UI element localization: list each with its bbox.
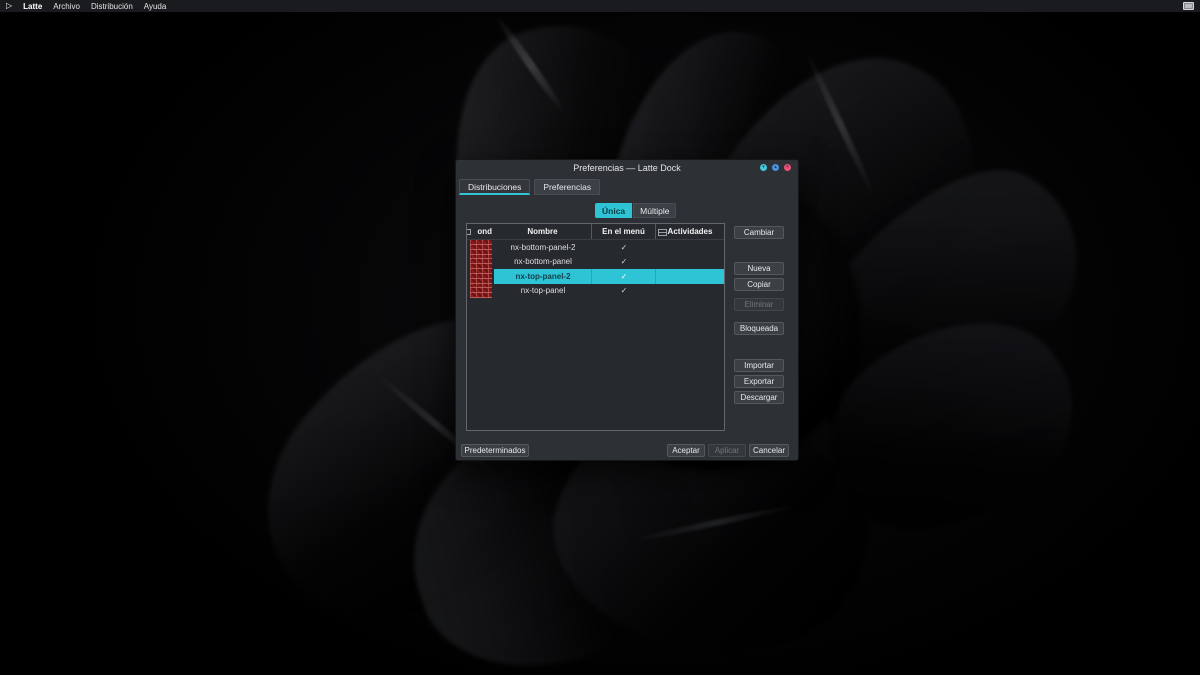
layout-color-cell	[467, 284, 494, 299]
copiar-button[interactable]: Copiar	[734, 278, 784, 291]
minimize-button-icon[interactable]: ▾	[760, 164, 767, 171]
menu-archivo[interactable]: Archivo	[53, 2, 80, 11]
layout-name: nx-bottom-panel	[494, 255, 592, 270]
dialog-titlebar[interactable]: Preferencias — Latte Dock ▾ ▴ ✕	[456, 160, 798, 176]
latte-logo-icon: ▷	[6, 0, 12, 12]
activities-cell	[656, 255, 724, 270]
dialog-title: Preferencias — Latte Dock	[456, 163, 798, 173]
layout-mode-switch: Única Múltiple	[595, 203, 676, 218]
mode-multiple[interactable]: Múltiple	[633, 203, 676, 218]
column-header-nombre[interactable]: Nombre	[494, 224, 592, 239]
layout-color-cell	[467, 255, 494, 270]
activities-cell	[656, 269, 724, 284]
layout-name: nx-top-panel	[494, 284, 592, 299]
latte-dock: N	[0, 649, 1200, 675]
maximize-button-icon[interactable]: ▴	[772, 164, 779, 171]
cambiar-button[interactable]: Cambiar	[734, 226, 784, 239]
tab-distribuciones[interactable]: Distribuciones	[459, 179, 530, 195]
table-row[interactable]: nx-bottom-panel-2 ✓	[467, 240, 724, 255]
in-menu-check-icon: ✓	[592, 255, 656, 270]
preferences-dialog: Preferencias — Latte Dock ▾ ▴ ✕ Distribu…	[455, 159, 799, 461]
menu-ayuda[interactable]: Ayuda	[144, 2, 167, 11]
cancelar-button[interactable]: Cancelar	[749, 444, 789, 457]
table-row-selected[interactable]: nx-top-panel-2 ✓	[467, 269, 724, 284]
mode-unica[interactable]: Única	[595, 203, 632, 218]
in-menu-check-icon: ✓	[592, 240, 656, 255]
layout-background-swatch	[470, 255, 492, 270]
table-row[interactable]: nx-bottom-panel ✓	[467, 255, 724, 270]
activities-cell	[656, 240, 724, 255]
table-row[interactable]: nx-top-panel ✓	[467, 284, 724, 299]
exportar-button[interactable]: Exportar	[734, 375, 784, 388]
column-header-en-el-menu[interactable]: En el menú	[592, 224, 656, 239]
window-buttons: ▾ ▴ ✕	[760, 164, 791, 171]
menu-latte[interactable]: Latte	[23, 2, 42, 11]
column-header-fondo[interactable]: ond	[467, 224, 494, 239]
layout-name: nx-bottom-panel-2	[494, 240, 592, 255]
background-column-icon	[467, 229, 471, 235]
bloqueada-button[interactable]: Bloqueada	[734, 322, 784, 335]
keyboard-tray-icon[interactable]	[1183, 2, 1194, 10]
table-header: ond Nombre En el menú Actividades	[467, 224, 724, 240]
layout-background-swatch	[470, 284, 492, 299]
layouts-table: ond Nombre En el menú Actividades nx-bot…	[466, 223, 725, 431]
activities-column-icon	[658, 229, 667, 236]
in-menu-check-icon: ✓	[592, 269, 656, 284]
global-menubar: ▷ Latte Archivo Distribución Ayuda	[0, 0, 1200, 13]
in-menu-check-icon: ✓	[592, 284, 656, 299]
nueva-button[interactable]: Nueva	[734, 262, 784, 275]
aplicar-button[interactable]: Aplicar	[708, 444, 746, 457]
eliminar-button[interactable]: Eliminar	[734, 298, 784, 311]
main-tabbar: Distribuciones Preferencias	[459, 179, 600, 195]
aceptar-button[interactable]: Aceptar	[667, 444, 705, 457]
layout-color-cell	[467, 240, 494, 255]
column-header-actividades[interactable]: Actividades	[656, 224, 724, 239]
activities-cell	[656, 284, 724, 299]
close-button-icon[interactable]: ✕	[784, 164, 791, 171]
layout-background-swatch	[470, 269, 492, 284]
tab-preferencias[interactable]: Preferencias	[534, 179, 600, 195]
layout-color-cell	[467, 269, 494, 284]
importar-button[interactable]: Importar	[734, 359, 784, 372]
predeterminados-button[interactable]: Predeterminados	[461, 444, 529, 457]
layout-background-swatch	[470, 240, 492, 255]
menu-distribucion[interactable]: Distribución	[91, 2, 133, 11]
layout-name: nx-top-panel-2	[494, 269, 592, 284]
descargar-button[interactable]: Descargar	[734, 391, 784, 404]
